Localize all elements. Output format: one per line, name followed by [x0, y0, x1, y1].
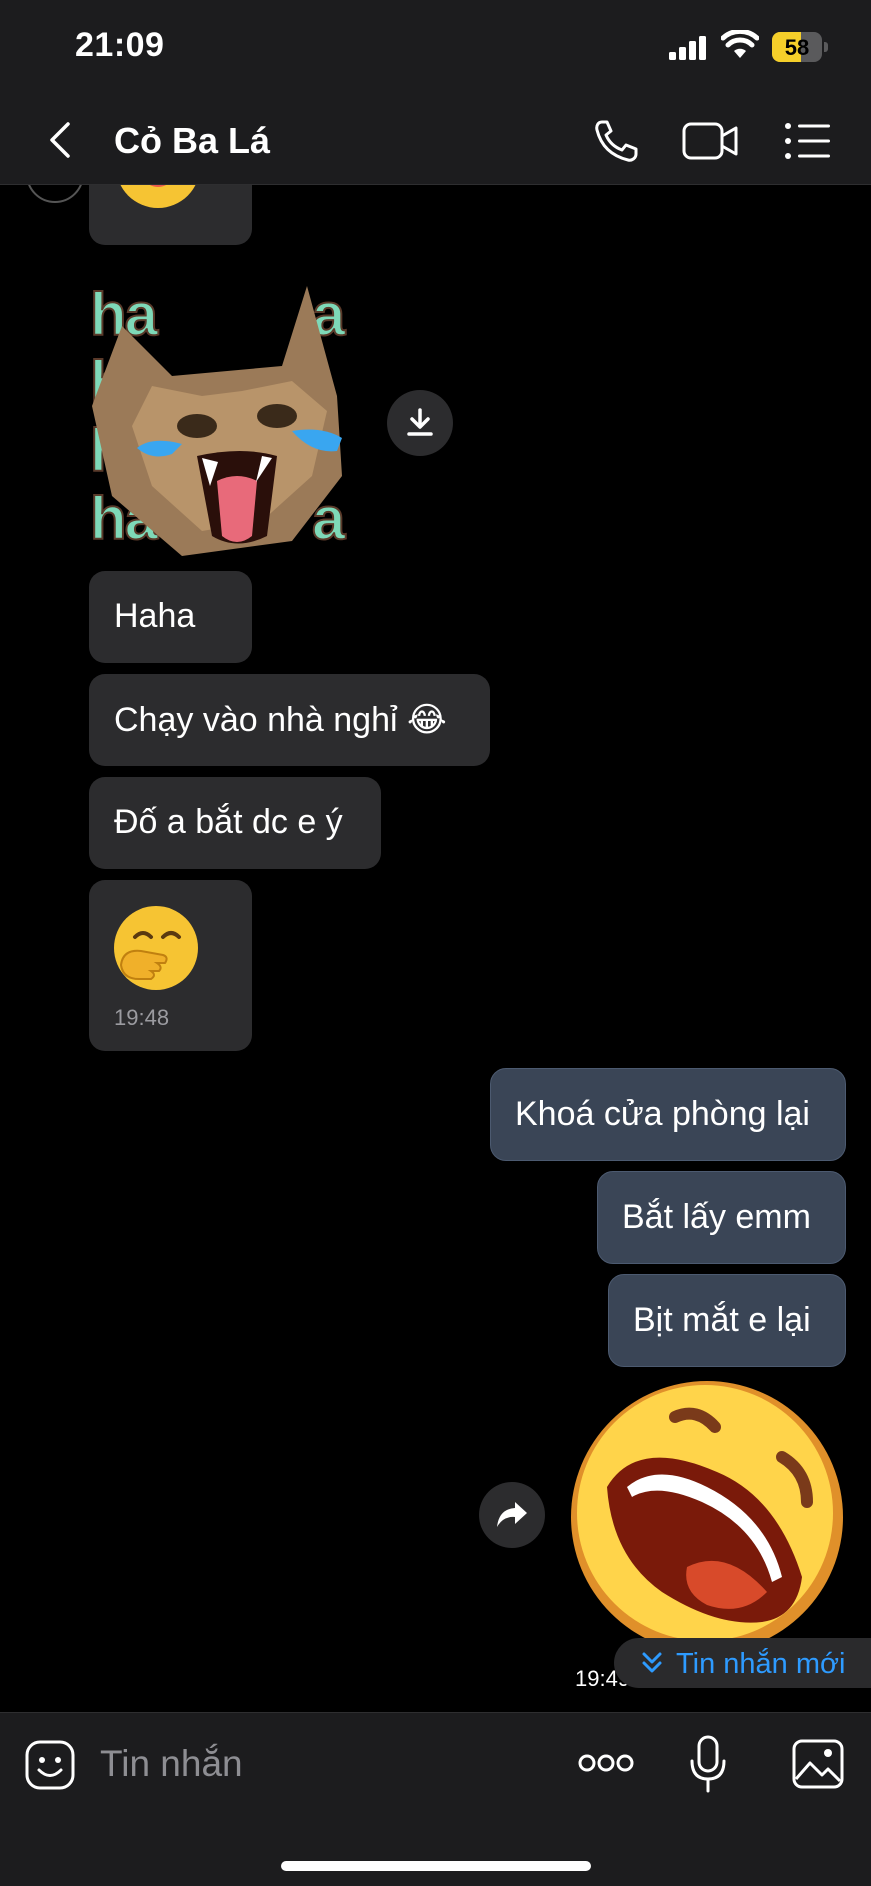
message-list[interactable]: ha ha ha ha a a Haha Chạy vào nhà nghỉ — [0, 185, 871, 1710]
back-chevron-icon[interactable] — [40, 118, 84, 162]
double-chevron-down-icon — [642, 1652, 662, 1673]
composer-bar: Tin nhắn — [0, 1712, 871, 1886]
message-bubble[interactable]: Chạy vào nhà nghỉ 😂 — [89, 674, 490, 766]
message-input[interactable]: Tin nhắn — [100, 1743, 243, 1785]
image-gallery-icon[interactable] — [792, 1739, 844, 1789]
list-menu-icon[interactable] — [778, 114, 838, 168]
status-time: 21:09 — [75, 26, 165, 64]
status-bar: 21:09 58 — [0, 0, 871, 100]
battery-indicator: 58 — [772, 32, 828, 62]
contact-name[interactable]: Cỏ Ba Lá — [114, 120, 270, 162]
laughing-tears-emoji — [120, 185, 196, 208]
more-options-icon[interactable] — [578, 1751, 634, 1775]
forward-button[interactable] — [479, 1482, 545, 1548]
wifi-icon — [721, 30, 759, 58]
message-time: 19:48 — [114, 1005, 170, 1030]
microphone-icon[interactable] — [690, 1735, 726, 1793]
laughing-cat-sticker[interactable]: ha ha ha ha a a — [89, 280, 375, 559]
message-bubble-sent[interactable]: Bịt mắt e lại — [608, 1274, 846, 1367]
battery-percent: 58 — [784, 35, 810, 60]
cellular-signal-icon — [669, 36, 706, 60]
message-emoji[interactable] — [89, 185, 252, 245]
message-bubble[interactable]: Haha — [89, 571, 252, 663]
download-icon — [407, 408, 433, 436]
message-emoji[interactable]: 19:48 — [89, 880, 252, 1051]
video-camera-icon[interactable] — [680, 114, 740, 168]
message-bubble[interactable]: Đố a bắt dc e ý — [89, 777, 381, 869]
sticker-emoji-icon[interactable] — [24, 1739, 76, 1791]
rolling-laughing-face-sticker[interactable] — [567, 1377, 847, 1657]
phone-icon[interactable] — [588, 114, 648, 168]
share-forward-icon — [497, 1502, 527, 1527]
home-indicator[interactable] — [281, 1861, 591, 1871]
new-messages-button[interactable]: Tin nhắn mới — [614, 1638, 871, 1688]
avatar[interactable] — [26, 185, 84, 203]
message-bubble-sent[interactable]: Khoá cửa phòng lại — [490, 1068, 846, 1161]
download-button[interactable] — [387, 390, 453, 456]
new-messages-label: Tin nhắn mới — [676, 1648, 846, 1680]
face-with-hand-over-mouth-emoji — [114, 906, 198, 990]
chat-header: Cỏ Ba Lá — [0, 100, 871, 185]
message-bubble-sent[interactable]: Bắt lấy emm — [597, 1171, 846, 1264]
